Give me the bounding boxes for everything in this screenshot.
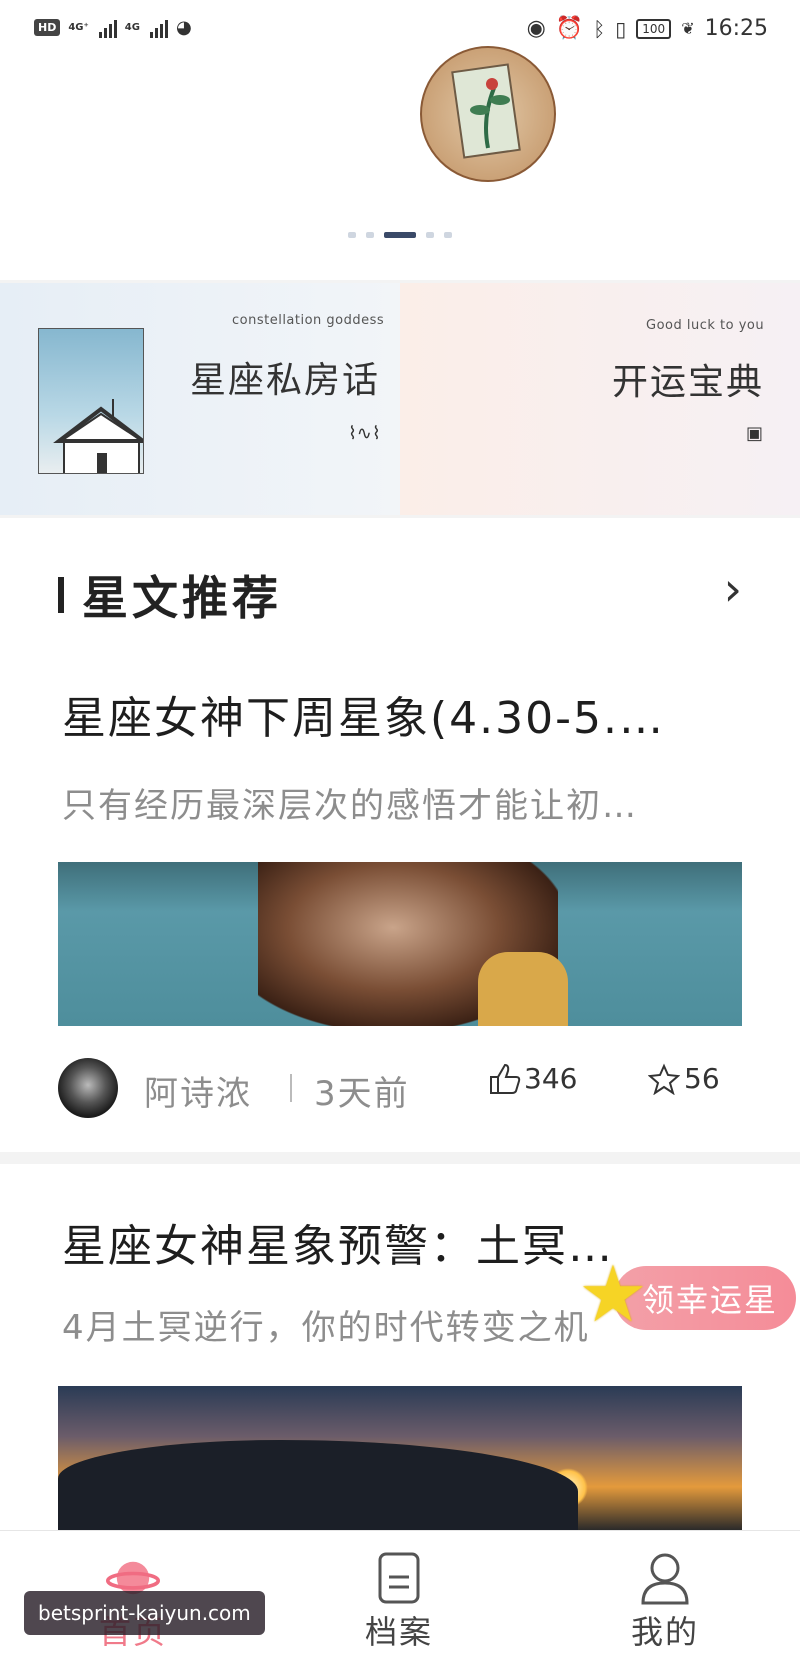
tab-profile[interactable]: 我的	[532, 1531, 798, 1659]
carousel-indicator	[0, 232, 800, 238]
article-title[interactable]: 星座女神下周星象(4.30-5.…	[62, 682, 702, 746]
bluetooth-icon: ᛒ	[593, 16, 606, 41]
alarm-icon: ⏰	[555, 16, 584, 41]
tab-archive[interactable]: 档案	[266, 1531, 532, 1659]
card-luck-guide[interactable]: Good luck to you 开运宝典 ▣	[400, 283, 800, 515]
portrait-sweater	[478, 952, 568, 1026]
card-subtitle: constellation goddess	[232, 313, 385, 328]
battery-indicator: 100	[636, 18, 672, 39]
star-icon	[648, 1063, 680, 1095]
card-title: 开运宝典	[612, 362, 765, 403]
author-name[interactable]: 阿诗浓	[144, 1066, 252, 1115]
eye-icon: ◉	[526, 16, 546, 41]
carousel-dot[interactable]	[348, 232, 356, 238]
sunset-hill	[58, 1440, 578, 1530]
watermark: betsprint-kaiyun.com	[24, 1591, 265, 1635]
article-title[interactable]: 星座女神星象预警：土冥…	[62, 1210, 662, 1274]
carousel-dot[interactable]	[444, 232, 452, 238]
document-icon	[372, 1551, 426, 1605]
card-constellation-talk[interactable]: constellation goddess 星座私房话 ⌇∿⌇	[0, 283, 400, 515]
card-title: 星座私房话	[190, 360, 381, 401]
house-illustration	[38, 328, 144, 474]
clock-time: 16:25	[704, 16, 768, 41]
post-time: 3天前	[314, 1074, 410, 1114]
status-left: HD 4G⁺ 4G ◕	[34, 17, 192, 38]
hd-badge: HD	[34, 19, 61, 36]
tab-label: 我的	[630, 1613, 699, 1651]
user-icon	[638, 1551, 692, 1605]
meta-divider	[290, 1074, 292, 1102]
signal-icon	[98, 18, 117, 38]
leaf-icon: ❦	[681, 19, 695, 38]
globe-icon: ◕	[175, 17, 192, 38]
screen-icon: ▣	[746, 423, 764, 444]
feature-cards: constellation goddess 星座私房话 ⌇∿⌇ Good luc…	[0, 283, 800, 515]
tab-label: 档案	[364, 1613, 433, 1651]
carousel-dot[interactable]	[366, 232, 374, 238]
signal-icon	[149, 18, 168, 38]
banner-carousel[interactable]	[0, 60, 800, 280]
section-header: 星文推荐	[58, 562, 282, 628]
article-meta: 阿诗浓 3天前 346 56	[58, 1056, 748, 1120]
star-icon[interactable]: ★	[578, 1250, 648, 1340]
status-right: ◉ ⏰ ᛒ ▯ 100 ❦ 16:25	[527, 16, 768, 41]
vibrate-icon: ▯	[615, 16, 627, 41]
pulse-icon: ⌇∿⌇	[348, 423, 381, 444]
status-bar: HD 4G⁺ 4G ◕ ◉ ⏰ ᛒ ▯ 100 ❦ 16:25	[0, 0, 800, 60]
plant-illustration	[420, 46, 556, 182]
favorite-count: 56	[684, 1062, 720, 1095]
network-4g-plus-label: 4G⁺	[68, 22, 89, 33]
favorite-button[interactable]: 56	[648, 1062, 720, 1095]
section-title: 星文推荐	[82, 571, 282, 625]
carousel-dot[interactable]	[384, 232, 416, 238]
article-cover-image[interactable]	[58, 862, 742, 1026]
section-marker	[58, 577, 64, 613]
network-4g-label: 4G	[124, 22, 140, 33]
carousel-dot[interactable]	[426, 232, 434, 238]
chevron-right-icon[interactable]: ›	[724, 562, 742, 616]
article-cover-image[interactable]	[58, 1386, 742, 1530]
card-subtitle: Good luck to you	[646, 318, 765, 333]
author-avatar[interactable]	[58, 1058, 118, 1118]
like-button[interactable]: 346	[488, 1062, 577, 1095]
thumbs-up-icon	[490, 1063, 521, 1094]
article-description[interactable]: 只有经历最深层次的感悟才能让初…	[62, 778, 738, 827]
like-count: 346	[524, 1062, 578, 1095]
